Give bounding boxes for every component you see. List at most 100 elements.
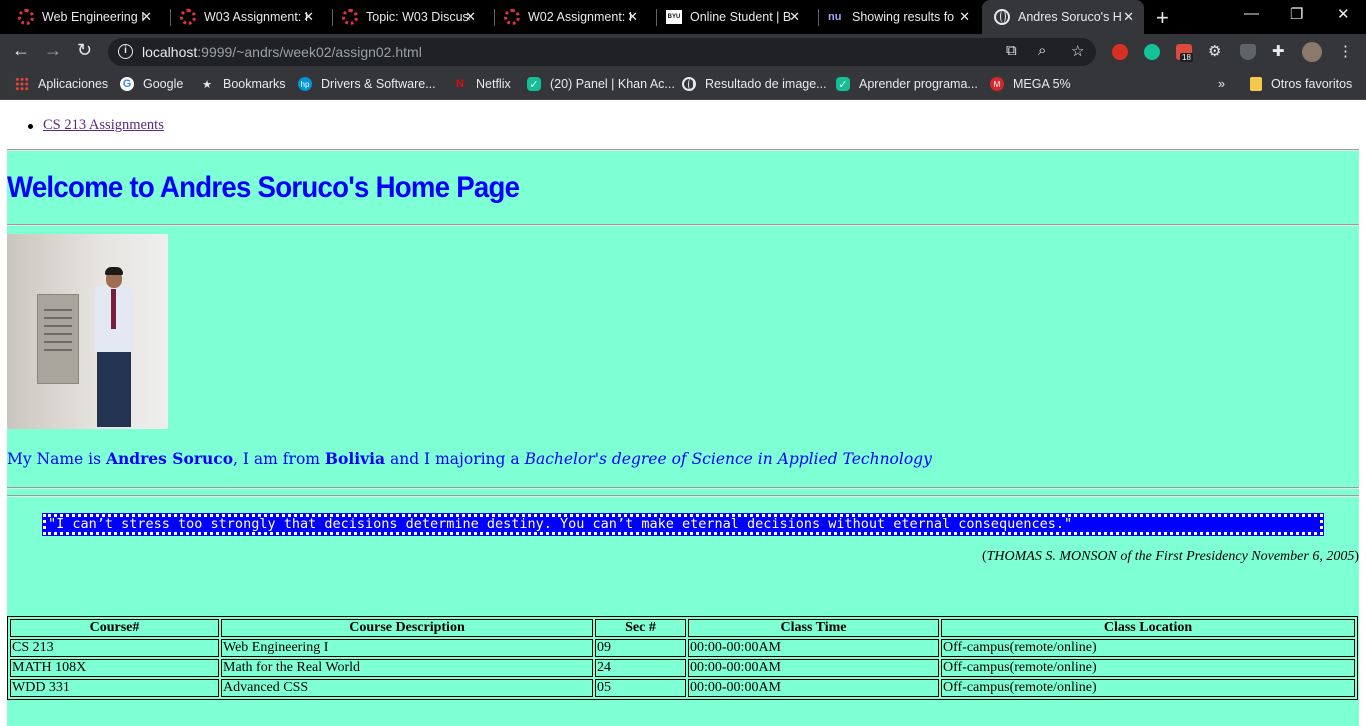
browser-toolbar: ← → ↻ i localhost:9999/~andrs/week02/ass… — [0, 34, 1366, 70]
table-cell: 05 — [595, 679, 686, 697]
tab-title: W03 Assignment: I — [204, 10, 308, 24]
google-icon: G — [120, 77, 134, 91]
main-content: Welcome to Andres Soruco's Home Page My … — [7, 149, 1359, 726]
bookmark-hp[interactable]: hp Drivers & Software... — [298, 77, 436, 91]
quote-attribution: (THOMAS S. MONSON of the First Presidenc… — [981, 549, 1359, 564]
table-row: MATH 108X Math for the Real World 24 00:… — [10, 659, 1355, 677]
table-cell: Math for the Real World — [221, 659, 593, 677]
name-text: Andres Soruco — [106, 449, 234, 468]
byui-ring-icon — [180, 9, 196, 25]
table-cell: Advanced CSS — [221, 679, 593, 697]
cs213-assignments-link[interactable]: CS 213 Assignments — [43, 117, 164, 133]
hp-icon: hp — [298, 77, 312, 91]
quote-block: "I can’t stress too strongly that decisi… — [42, 513, 1324, 536]
column-header: Class Time — [688, 619, 939, 637]
address-bar[interactable]: i localhost:9999/~andrs/week02/assign02.… — [108, 38, 1096, 66]
byui-ring-icon — [504, 9, 520, 25]
column-header: Class Location — [941, 619, 1355, 637]
bookmark-apps[interactable]: Aplicaciones — [15, 77, 108, 91]
close-icon[interactable]: ✕ — [627, 9, 638, 25]
divider — [7, 224, 1359, 226]
netflix-icon: N — [456, 78, 464, 90]
mega-icon: M — [990, 77, 1004, 91]
menu-dots-icon[interactable]: ⋮ — [1338, 42, 1353, 60]
tab-w03-discussion[interactable]: Topic: W03 Discuss ✕ — [324, 0, 486, 34]
tab-web-engineering[interactable]: Web Engineering I ✕ — [0, 0, 162, 34]
other-bookmarks[interactable]: Otros favoritos — [1250, 77, 1352, 91]
tab-online-student[interactable]: BYU Online Student | B ✕ — [648, 0, 810, 34]
avatar[interactable] — [1302, 42, 1322, 62]
table-cell: Off-campus(remote/online) — [941, 659, 1355, 677]
khan-icon: ✓ — [836, 77, 850, 91]
close-icon[interactable]: ✕ — [959, 9, 970, 25]
bookmark-bookmarks[interactable]: ★ Bookmarks — [200, 77, 285, 91]
page-viewport: CS 213 Assignments Welcome to Andres Sor… — [0, 103, 1366, 726]
country-text: Bolivia — [324, 449, 386, 468]
window-close-icon[interactable]: ✕ — [1337, 5, 1350, 23]
tab-showing-results[interactable]: nu Showing results fo ✕ — [810, 0, 980, 34]
mega-extension-icon[interactable] — [1112, 44, 1128, 60]
new-tab-plus-icon[interactable]: + — [1156, 5, 1169, 31]
table-cell: Off-campus(remote/online) — [941, 679, 1355, 697]
close-icon[interactable]: ✕ — [303, 9, 314, 25]
url-text[interactable]: localhost:9999/~andrs/week02/assign02.ht… — [142, 44, 422, 60]
table-cell: 00:00-00:00AM — [688, 659, 939, 677]
divider — [7, 495, 1359, 497]
shield-extension-icon[interactable] — [1240, 44, 1256, 60]
table-cell: 00:00-00:00AM — [688, 639, 939, 657]
table-cell: WDD 331 — [10, 679, 219, 697]
tab-title: Online Student | B — [690, 10, 792, 24]
globe-icon — [682, 77, 696, 91]
nav-list: CS 213 Assignments — [43, 117, 164, 134]
profile-photo — [7, 234, 168, 429]
extension-badge: 18 — [1180, 53, 1193, 62]
translate-icon[interactable]: ⧉ — [1006, 42, 1017, 59]
tab-title: Andres Soruco's H — [1018, 10, 1122, 24]
bookmark-star-icon[interactable]: ☆ — [1071, 42, 1084, 60]
globe-icon — [994, 9, 1010, 25]
degree-text: Bachelor's degree of Science in Applied … — [524, 450, 932, 468]
plaque-shape — [37, 294, 79, 384]
bookmark-image-results[interactable]: Resultado de image... — [682, 77, 827, 91]
byui-ring-icon — [18, 9, 34, 25]
byui-ring-icon — [342, 9, 358, 25]
gear-extension-icon[interactable]: ⚙ — [1208, 42, 1221, 60]
back-arrow-icon[interactable]: ← — [12, 40, 30, 61]
site-info-icon[interactable]: i — [118, 44, 133, 59]
bookmark-netflix[interactable]: N Netflix — [453, 77, 511, 91]
zoom-icon[interactable]: ⌕ — [1038, 42, 1046, 59]
apps-grid-icon — [15, 77, 29, 91]
bookmark-google[interactable]: G Google — [120, 77, 183, 91]
course-table: Course# Course Description Sec # Class T… — [7, 616, 1358, 700]
grammarly-extension-icon[interactable] — [1144, 44, 1160, 60]
forward-arrow-icon[interactable]: → — [44, 40, 62, 61]
more-bookmarks-chevron-icon[interactable]: » — [1218, 77, 1225, 91]
table-header-row: Course# Course Description Sec # Class T… — [10, 619, 1355, 637]
close-icon[interactable]: ✕ — [789, 9, 800, 25]
table-cell: CS 213 — [10, 639, 219, 657]
bookmark-khan[interactable]: ✓ (20) Panel | Khan Ac... — [527, 77, 675, 91]
reload-icon[interactable]: ↻ — [77, 40, 92, 61]
close-icon[interactable]: ✕ — [465, 9, 476, 25]
puzzle-extensions-icon[interactable]: ✚ — [1272, 42, 1285, 60]
minimize-icon[interactable]: — — [1244, 5, 1259, 22]
table-cell: MATH 108X — [10, 659, 219, 677]
tab-strip: Web Engineering I ✕ W03 Assignment: I ✕ … — [0, 0, 1366, 34]
table-row: WDD 331 Advanced CSS 05 00:00-00:00AM Of… — [10, 679, 1355, 697]
byu-idaho-icon: BYU — [666, 10, 682, 24]
close-icon[interactable]: ✕ — [141, 9, 152, 25]
tab-title: Web Engineering I — [42, 10, 145, 24]
column-header: Course Description — [221, 619, 593, 637]
table-cell: Web Engineering I — [221, 639, 593, 657]
bookmark-learn-programming[interactable]: ✓ Aprender programa... — [836, 77, 978, 91]
tab-w02-assignment[interactable]: W02 Assignment: I ✕ — [486, 0, 648, 34]
bookmark-mega[interactable]: M MEGA 5% — [990, 77, 1071, 91]
table-cell: 24 — [595, 659, 686, 677]
restore-icon[interactable]: ❐ — [1290, 5, 1303, 23]
divider — [7, 487, 1359, 489]
tab-w03-assignment[interactable]: W03 Assignment: I ✕ — [162, 0, 324, 34]
close-icon[interactable]: ✕ — [1123, 9, 1134, 25]
khan-icon: ✓ — [527, 77, 541, 91]
tab-title: Showing results fo — [852, 10, 955, 24]
tab-andres-home[interactable]: Andres Soruco's H ✕ — [982, 0, 1144, 34]
